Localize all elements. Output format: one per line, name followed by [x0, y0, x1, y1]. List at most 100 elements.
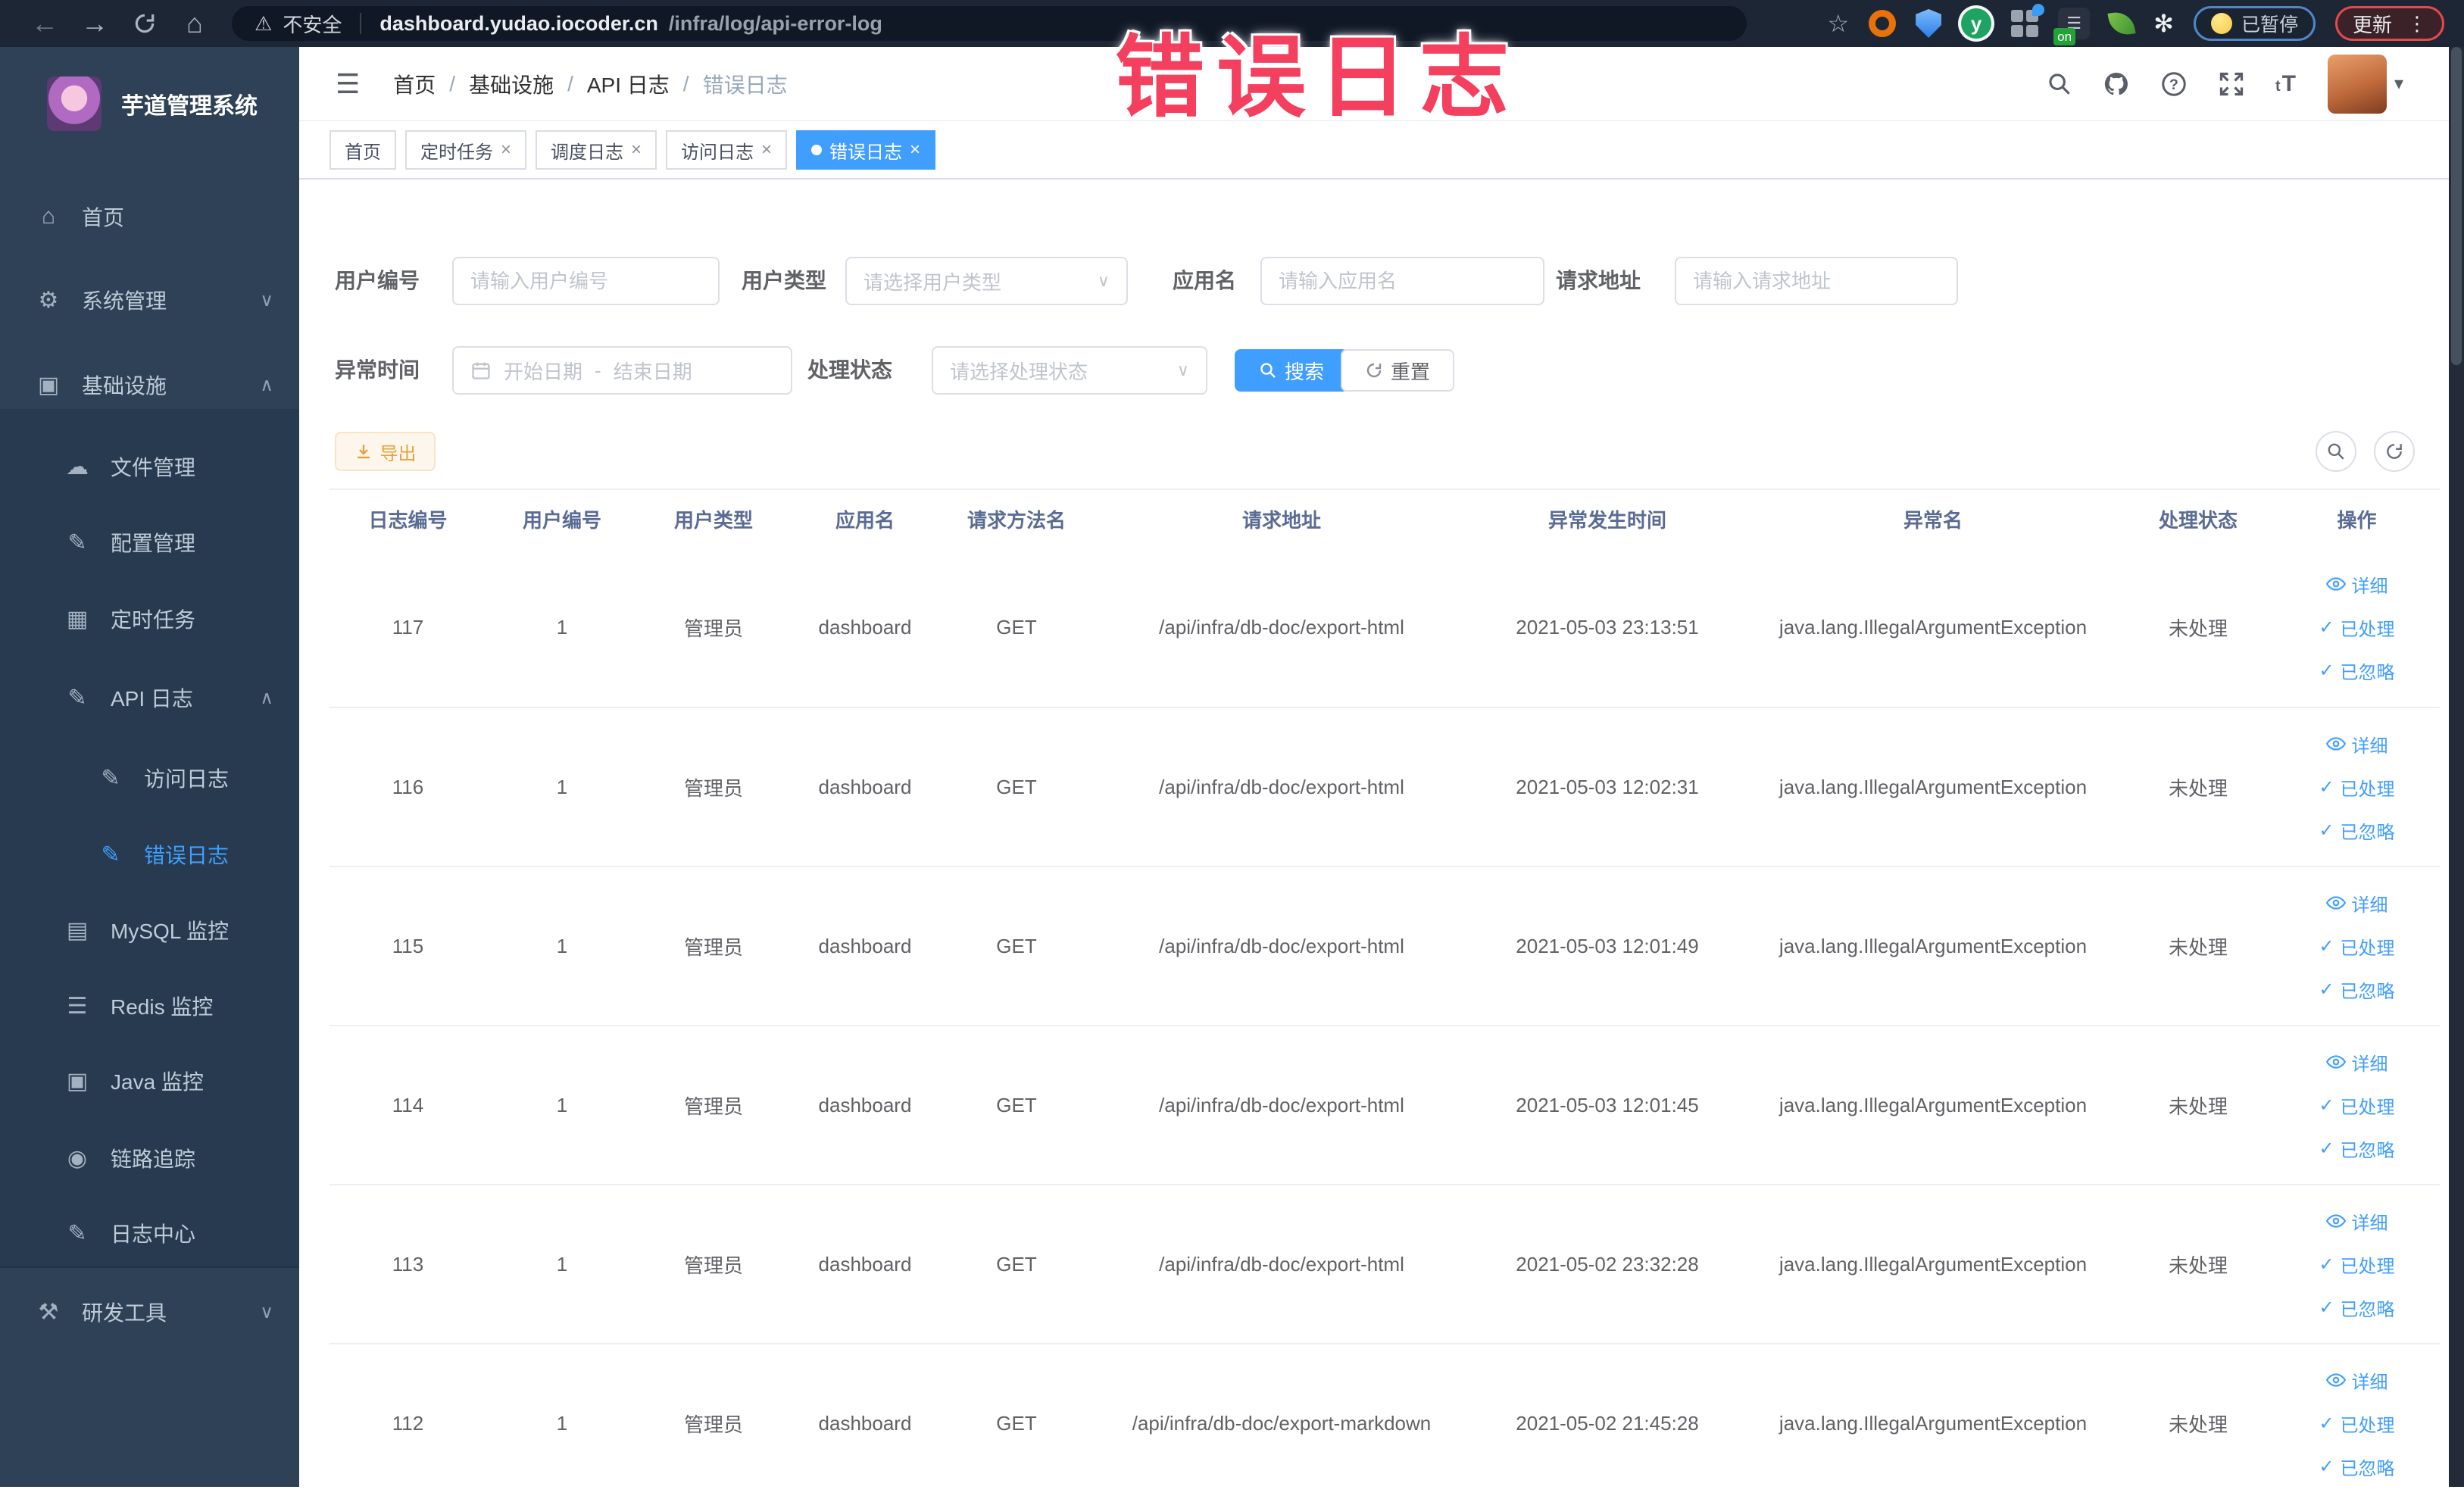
user-id-input[interactable]	[452, 257, 720, 305]
cell-status: 未处理	[2168, 1413, 2228, 1436]
app-logo-row[interactable]: 芋道管理系统	[0, 62, 299, 145]
detail-link[interactable]: 详细	[2325, 571, 2388, 598]
avatar[interactable]	[2327, 54, 2387, 114]
tag-access-log[interactable]: 访问日志 ×	[666, 130, 788, 170]
mark-ignored-link[interactable]: ✓ 已忽略	[2319, 1454, 2394, 1480]
cell-status: 未处理	[2168, 617, 2228, 640]
extension-green-icon[interactable]: y	[1961, 8, 1992, 39]
help-icon[interactable]: ?	[2160, 70, 2188, 98]
show-search-toggle-button[interactable]	[2316, 431, 2356, 472]
browser-home-button[interactable]: ⌂	[170, 8, 220, 39]
cell-user-id: 1	[556, 1411, 568, 1435]
close-icon[interactable]: ×	[501, 139, 511, 161]
sidebar-item-access-log[interactable]: ✎ 访问日志	[0, 751, 299, 804]
export-button[interactable]: 导出	[335, 432, 436, 471]
process-status-select[interactable]: 请选择处理状态 ∨	[932, 346, 1207, 395]
breadcrumb: 首页 / 基础设施 / API 日志 / 错误日志	[393, 69, 787, 99]
layers-icon: ☰	[67, 993, 88, 1019]
cell-exception-name: java.lang.IllegalArgumentException	[1779, 775, 2088, 798]
search-button[interactable]: 搜索	[1235, 349, 1348, 392]
extension-on-icon[interactable]: ☰ on	[2053, 8, 2091, 45]
user-menu[interactable]: ▾	[2327, 54, 2403, 114]
browser-forward-button[interactable]: →	[70, 8, 120, 39]
eye-icon	[2325, 737, 2346, 751]
mark-processed-link[interactable]: ✓ 已处理	[2319, 774, 2394, 801]
extension-orange-icon[interactable]	[1869, 10, 1897, 37]
tag-error-log[interactable]: 错误日志 ×	[796, 130, 936, 170]
breadcrumb-api-log[interactable]: API 日志	[587, 69, 670, 99]
tag-schedule-log[interactable]: 调度日志 ×	[536, 130, 657, 170]
page-scrollbar[interactable]	[2449, 47, 2464, 1487]
close-icon[interactable]: ×	[761, 139, 772, 161]
mark-ignored-link[interactable]: ✓ 已忽略	[2319, 1135, 2394, 1162]
tag-scheduled-jobs[interactable]: 定时任务 ×	[405, 130, 527, 170]
sidebar-item-system-management[interactable]: ⚙ 系统管理 ∨	[0, 273, 299, 326]
cell-request-url: /api/infra/db-doc/export-html	[1159, 934, 1404, 957]
sidebar-item-trace[interactable]: ◉ 链路追踪	[0, 1132, 299, 1185]
request-url-input[interactable]	[1675, 257, 1958, 305]
mark-processed-link[interactable]: ✓ 已处理	[2319, 1251, 2394, 1278]
detail-link[interactable]: 详细	[2325, 1208, 2388, 1235]
mark-processed-link[interactable]: ✓ 已处理	[2319, 1092, 2394, 1119]
sidebar-item-dev-tools[interactable]: ⚒ 研发工具 ∨	[0, 1285, 299, 1338]
mark-ignored-link[interactable]: ✓ 已忽略	[2319, 817, 2394, 844]
font-size-icon[interactable]: tT	[2275, 71, 2297, 97]
mark-processed-link[interactable]: ✓ 已处理	[2319, 614, 2394, 641]
cell-exception-name: java.lang.IllegalArgumentException	[1779, 1252, 2088, 1276]
mark-ignored-link[interactable]: ✓ 已忽略	[2319, 976, 2394, 1003]
app-name-input[interactable]	[1260, 257, 1544, 305]
sidebar-item-mysql-monitor[interactable]: ▤ MySQL 监控	[0, 904, 299, 957]
tag-home[interactable]: 首页	[329, 130, 396, 170]
mark-processed-link[interactable]: ✓ 已处理	[2319, 933, 2394, 960]
extension-sprout-icon[interactable]	[2107, 9, 2136, 38]
profile-paused-chip[interactable]: 已暂停	[2193, 6, 2316, 41]
browser-reload-button[interactable]	[120, 11, 170, 36]
detail-link[interactable]: 详细	[2325, 731, 2388, 757]
cell-actions: 详细 ✓ 已处理 ✓ 已忽略	[2274, 1344, 2440, 1502]
url-divider	[360, 13, 362, 34]
github-icon[interactable]	[2103, 70, 2130, 98]
scrollbar-thumb[interactable]	[2451, 47, 2462, 365]
chevron-down-icon: ∨	[1097, 271, 1110, 290]
sidebar-item-file-management[interactable]: ☁ 文件管理	[0, 440, 299, 493]
sidebar-item-redis-monitor[interactable]: ☰ Redis 监控	[0, 979, 299, 1032]
check-icon: ✓	[2319, 1254, 2334, 1275]
detail-link[interactable]: 详细	[2325, 890, 2388, 917]
close-icon[interactable]: ×	[910, 139, 920, 161]
header-search-icon[interactable]	[2047, 71, 2072, 97]
check-icon: ✓	[2319, 1456, 2334, 1477]
sidebar-item-api-log[interactable]: ✎ API 日志 ∧	[0, 671, 299, 724]
refresh-table-button[interactable]	[2374, 431, 2415, 472]
sidebar-item-error-log[interactable]: ✎ 错误日志	[0, 828, 299, 881]
eye-icon	[2325, 1055, 2346, 1069]
bookmark-star-icon[interactable]: ☆	[1827, 9, 1849, 38]
extension-grid-icon[interactable]	[2011, 4, 2045, 37]
detail-link[interactable]: 详细	[2325, 1049, 2388, 1076]
reset-button[interactable]: 重置	[1341, 349, 1454, 392]
fullscreen-icon[interactable]	[2218, 70, 2245, 98]
exception-time-range-picker[interactable]: 开始日期 - 结束日期	[452, 346, 792, 395]
sidebar-item-java-monitor[interactable]: ▣ Java 监控	[0, 1054, 299, 1107]
mark-ignored-link[interactable]: ✓ 已忽略	[2319, 1294, 2394, 1321]
close-icon[interactable]: ×	[631, 139, 642, 161]
sidebar-item-infrastructure[interactable]: ▣ 基础设施 ∧	[0, 358, 299, 411]
breadcrumb-home[interactable]: 首页	[393, 69, 436, 99]
extension-shield-icon[interactable]	[1916, 9, 1942, 38]
mark-ignored-link[interactable]: ✓ 已忽略	[2319, 657, 2394, 684]
sidebar-item-log-center[interactable]: ✎ 日志中心	[0, 1207, 299, 1260]
sidebar-fold-icon[interactable]: ☰	[336, 68, 360, 100]
breadcrumb-infrastructure[interactable]: 基础设施	[469, 69, 554, 99]
browser-update-button[interactable]: 更新 ⋮	[2334, 6, 2444, 41]
chevron-up-icon: ∧	[260, 374, 273, 395]
browser-menu-kebab-icon[interactable]: ⋮	[2401, 12, 2427, 36]
sidebar-item-home[interactable]: ⌂ 首页	[0, 190, 299, 243]
extensions-puzzle-icon[interactable]: ✻	[2153, 9, 2174, 38]
sidebar-item-config-management[interactable]: ✎ 配置管理	[0, 516, 299, 569]
mark-processed-link[interactable]: ✓ 已处理	[2319, 1410, 2394, 1437]
browser-back-button[interactable]: ←	[20, 8, 70, 39]
detail-link[interactable]: 详细	[2325, 1367, 2388, 1394]
sidebar-item-scheduled-jobs[interactable]: ▦ 定时任务	[0, 592, 299, 645]
edit-icon: ✎	[67, 685, 87, 710]
check-icon: ✓	[2319, 617, 2334, 638]
user-type-select[interactable]: 请选择用户类型 ∨	[845, 257, 1128, 305]
